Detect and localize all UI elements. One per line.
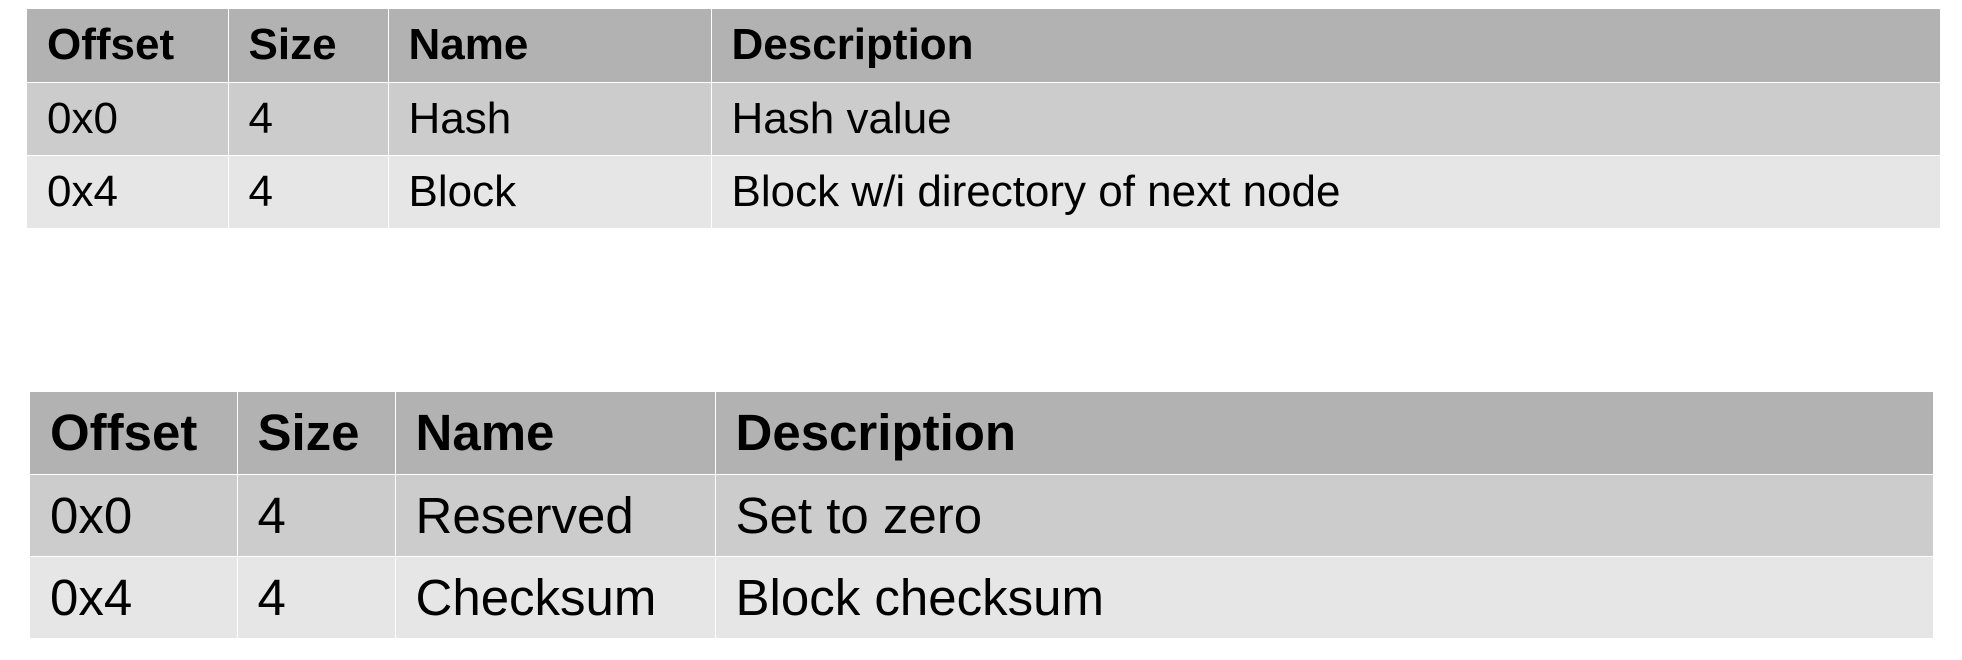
cell-offset: 0x4	[30, 556, 238, 638]
cell-size: 4	[237, 556, 396, 638]
cell-name: Checksum	[395, 556, 716, 638]
block-tail-table: Offset Size Name Description 0x0 4 Reser…	[30, 392, 1933, 638]
column-header-name: Name	[388, 9, 712, 83]
table-row: 0x0 4 Reserved Set to zero	[30, 474, 1933, 557]
cell-size: 4	[228, 82, 389, 156]
column-header-size: Size	[228, 9, 389, 83]
cell-description: Set to zero	[715, 474, 1933, 557]
cell-description: Block w/i directory of next node	[711, 155, 1940, 228]
table-header-row: Offset Size Name Description	[30, 392, 1933, 475]
column-header-description: Description	[711, 9, 1940, 83]
table-header-row: Offset Size Name Description	[27, 9, 1940, 83]
column-header-description: Description	[715, 392, 1933, 475]
hash-entry-table: Offset Size Name Description 0x0 4 Hash …	[27, 9, 1940, 228]
cell-offset: 0x0	[30, 474, 238, 557]
table-row: 0x4 4 Block Block w/i directory of next …	[27, 155, 1940, 228]
column-header-size: Size	[237, 392, 396, 475]
cell-name: Hash	[388, 82, 712, 156]
cell-name: Block	[388, 155, 712, 228]
cell-name: Reserved	[395, 474, 716, 557]
cell-size: 4	[237, 474, 396, 557]
column-header-offset: Offset	[27, 9, 229, 83]
cell-description: Block checksum	[715, 556, 1933, 638]
column-header-name: Name	[395, 392, 716, 475]
table-row: 0x0 4 Hash Hash value	[27, 82, 1940, 156]
column-header-offset: Offset	[30, 392, 238, 475]
cell-offset: 0x4	[27, 155, 229, 228]
cell-description: Hash value	[711, 82, 1940, 156]
cell-size: 4	[228, 155, 389, 228]
cell-offset: 0x0	[27, 82, 229, 156]
table-row: 0x4 4 Checksum Block checksum	[30, 556, 1933, 638]
